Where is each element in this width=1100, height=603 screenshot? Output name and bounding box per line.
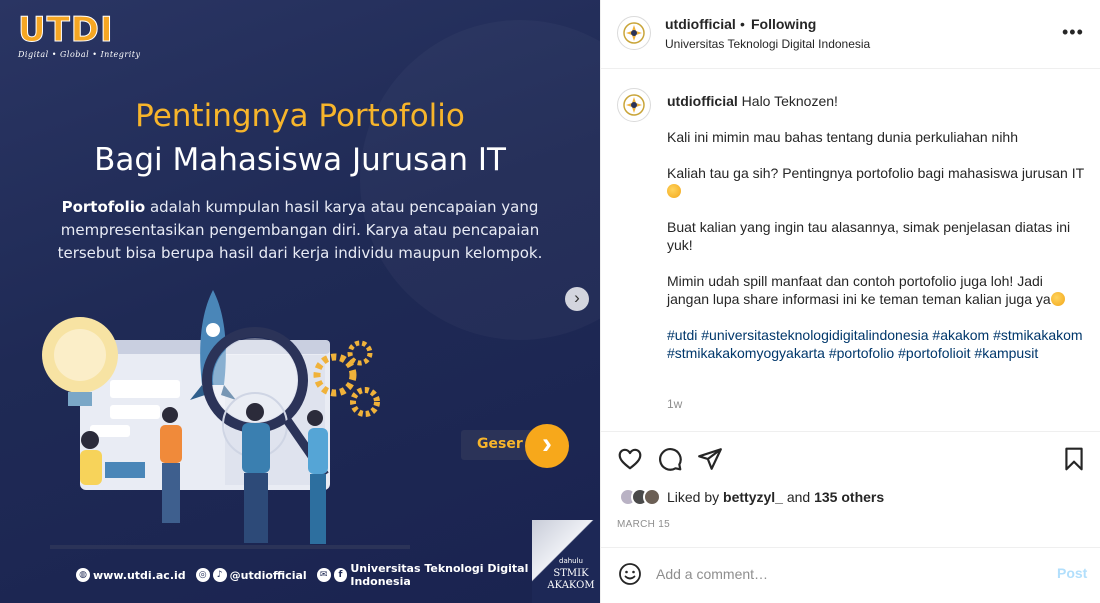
likes-row: Liked by bettyzyl_ and 135 others [619, 486, 884, 508]
caption-text: utdiofficial Halo Teknozen! Kali ini mim… [667, 92, 1087, 380]
hashtag[interactable]: #stmikakakom [993, 327, 1082, 343]
caption-area: utdiofficial Halo Teknozen! Kali ini mim… [601, 70, 1100, 430]
thinking-emoji-icon [667, 184, 681, 198]
caption-p1: Kali ini mimin mau bahas tentang dunia p… [667, 129, 1018, 145]
post-date[interactable]: MARCH 15 [617, 519, 670, 530]
footer-website: ◍ www.utdi.ac.id [76, 568, 186, 582]
caption-username[interactable]: utdiofficial [667, 93, 738, 109]
save-bookmark-icon[interactable] [1061, 446, 1087, 472]
post-image: UTDI Digital • Global • Integrity Pentin… [0, 0, 600, 603]
line-icon: ✉ [316, 568, 331, 582]
liker-avatar [643, 488, 661, 506]
badge-small-text: dahulu [559, 557, 583, 565]
caption-greeting: Halo Teknozen! [737, 93, 838, 109]
swipe-arrow-icon: › [525, 424, 569, 468]
header-username[interactable]: utdiofficial [665, 16, 736, 32]
comment-icon[interactable] [657, 446, 683, 472]
caption-avatar[interactable] [617, 88, 651, 122]
more-options-icon[interactable]: ••• [1062, 22, 1084, 43]
following-button[interactable]: Following [751, 16, 816, 32]
comment-input[interactable] [656, 564, 1036, 584]
post-sidebar: utdiofficial • Following Universitas Tek… [600, 0, 1100, 603]
hashtag[interactable]: #stmikakakomyogyakarta [667, 345, 825, 361]
likes-mid: and [782, 489, 815, 505]
caption-p4: Mimin udah spill manfaat dan contoh port… [667, 273, 1051, 307]
likes-user[interactable]: bettyzyl_ [723, 489, 783, 505]
utdi-logo: UTDI Digital • Global • Integrity [18, 10, 141, 60]
likes-prefix: Liked by [667, 489, 724, 505]
heart-icon[interactable] [617, 446, 643, 472]
intro-bold: Portofolio [61, 198, 146, 216]
header-subtitle[interactable]: Universitas Teknologi Digital Indonesia [665, 37, 870, 51]
headline-line-1: Pentingnya Portofolio [135, 98, 465, 134]
footer-social: ◎ ♪ @utdiofficial [195, 568, 307, 582]
instagram-icon: ◎ [195, 568, 210, 582]
caption-p2: Kaliah tau ga sih? Pentingnya portofolio… [667, 165, 1084, 181]
logo-text: UTDI [18, 10, 114, 50]
hashtag[interactable]: #portofolio [829, 345, 894, 361]
header-dot: • [740, 16, 745, 32]
logo-tagline: Digital • Global • Integrity [18, 50, 141, 59]
utdi-emblem-icon [623, 94, 645, 116]
post-comment-button[interactable]: Post [1057, 565, 1087, 581]
globe-icon: ◍ [76, 568, 90, 582]
likes-text: Liked by bettyzyl_ and 135 others [667, 489, 884, 505]
post-header: utdiofficial • Following Universitas Tek… [601, 0, 1100, 69]
image-footer: ◍ www.utdi.ac.id ◎ ♪ @utdiofficial ✉ f U… [0, 560, 600, 590]
stmik-akakom-badge: dahulu STMIK AKAKOM [532, 520, 600, 603]
likes-count[interactable]: 135 others [814, 489, 884, 505]
intro-paragraph: Portofolio adalah kumpulan hasil karya a… [30, 196, 570, 265]
facebook-icon: f [333, 568, 348, 582]
footer-social-text: @utdiofficial [229, 568, 307, 582]
winking-emoji-icon [1050, 292, 1065, 306]
next-slide-button[interactable]: › [565, 287, 589, 311]
action-bar [601, 431, 1100, 486]
hashtag[interactable]: #kampusit [974, 345, 1038, 361]
share-icon[interactable] [697, 446, 723, 472]
hashtag[interactable]: #portofolioit [898, 345, 970, 361]
avatar[interactable] [617, 16, 651, 50]
caption-p3: Buat kalian yang ingin tau alasannya, si… [667, 219, 1071, 253]
headline-line-2: Bagi Mahasiswa Jurusan IT [94, 142, 506, 178]
hashtag[interactable]: #universitasteknologidigitalindonesia [701, 327, 928, 343]
hashtags: #utdi #universitasteknologidigitalindone… [667, 326, 1087, 362]
swipe-hint-label: Geser [477, 436, 523, 452]
utdi-emblem-icon [623, 22, 645, 44]
emoji-picker-icon[interactable] [618, 562, 642, 586]
footer-website-text: www.utdi.ac.id [93, 568, 186, 582]
hashtag[interactable]: #akakom [932, 327, 989, 343]
portfolio-illustration [42, 290, 410, 549]
tiktok-icon: ♪ [212, 568, 227, 582]
hashtag[interactable]: #utdi [667, 327, 697, 343]
comment-bar: Post [601, 547, 1100, 603]
badge-name: STMIK AKAKOM [547, 568, 595, 591]
caption-timestamp[interactable]: 1w [667, 397, 682, 411]
